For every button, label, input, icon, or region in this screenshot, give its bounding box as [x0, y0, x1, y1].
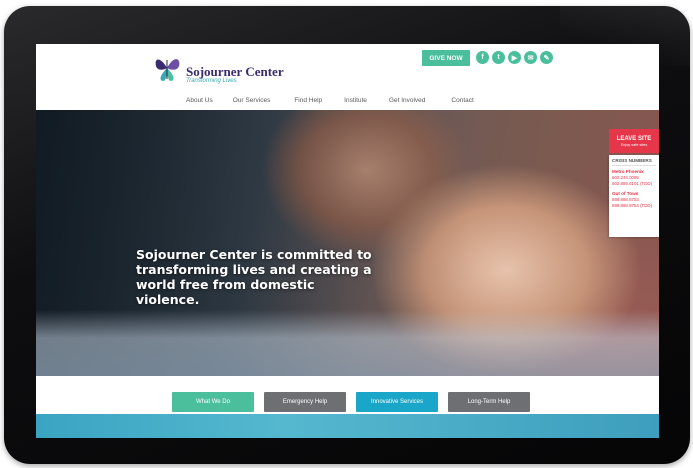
- nav-institute[interactable]: Institute: [344, 97, 367, 104]
- pencil-icon[interactable]: ✎: [540, 51, 553, 64]
- twitter-icon[interactable]: t: [492, 51, 505, 64]
- youtube-icon[interactable]: ▶: [508, 51, 521, 64]
- facebook-icon[interactable]: f: [476, 51, 489, 64]
- hero-blanket: [36, 310, 659, 376]
- nav-find-help[interactable]: Find Help: [294, 97, 322, 104]
- hero-headline: Sojourner Center is committed to transfo…: [136, 247, 372, 307]
- logo-tagline: Transforming Lives: [186, 78, 237, 84]
- email-icon[interactable]: ✉: [524, 51, 537, 64]
- cta-strip: [36, 376, 659, 414]
- nav-about-us[interactable]: About Us: [186, 97, 213, 104]
- hero-image: Sojourner Center is committed to transfo…: [36, 110, 659, 376]
- website-screen: Sojourner Center Transforming Lives GIVE…: [36, 44, 659, 438]
- crisis-out-of-town-tdd[interactable]: 888.888.8754 (TDD): [612, 203, 656, 209]
- teal-banner: [36, 414, 659, 438]
- leave-site-title: LEAVE SITE: [616, 135, 652, 142]
- crisis-numbers-panel: CRISIS NUMBERS Metro Phoenix 602.244.008…: [609, 155, 659, 237]
- main-nav: About Us Our Services Find Help Institut…: [186, 97, 474, 104]
- long-term-help-button[interactable]: Long-Term Help: [448, 392, 530, 412]
- emergency-help-button[interactable]: Emergency Help: [264, 392, 346, 412]
- nav-our-services[interactable]: Our Services: [233, 97, 271, 104]
- site-header: Sojourner Center Transforming Lives GIVE…: [36, 44, 659, 110]
- nav-get-involved[interactable]: Get Involved: [389, 97, 426, 104]
- crisis-metro-tdd[interactable]: 602.889.6101 (TDD): [612, 181, 656, 187]
- nav-contact[interactable]: Contact: [451, 97, 473, 104]
- leave-site-subtitle: Enjoy safe sites: [620, 142, 648, 147]
- crisis-title: CRISIS NUMBERS: [612, 158, 656, 166]
- tablet-frame: Sojourner Center Transforming Lives GIVE…: [4, 6, 690, 464]
- site-logo[interactable]: Sojourner Center Transforming Lives: [152, 52, 302, 86]
- innovative-services-button[interactable]: Innovative Services: [356, 392, 438, 412]
- social-links: f t ▶ ✉ ✎: [476, 51, 553, 64]
- butterfly-logo-icon: [155, 59, 180, 81]
- leave-site-button[interactable]: LEAVE SITE Enjoy safe sites: [609, 129, 659, 153]
- what-we-do-button[interactable]: What We Do: [172, 392, 254, 412]
- give-now-button[interactable]: GIVE NOW: [422, 50, 470, 66]
